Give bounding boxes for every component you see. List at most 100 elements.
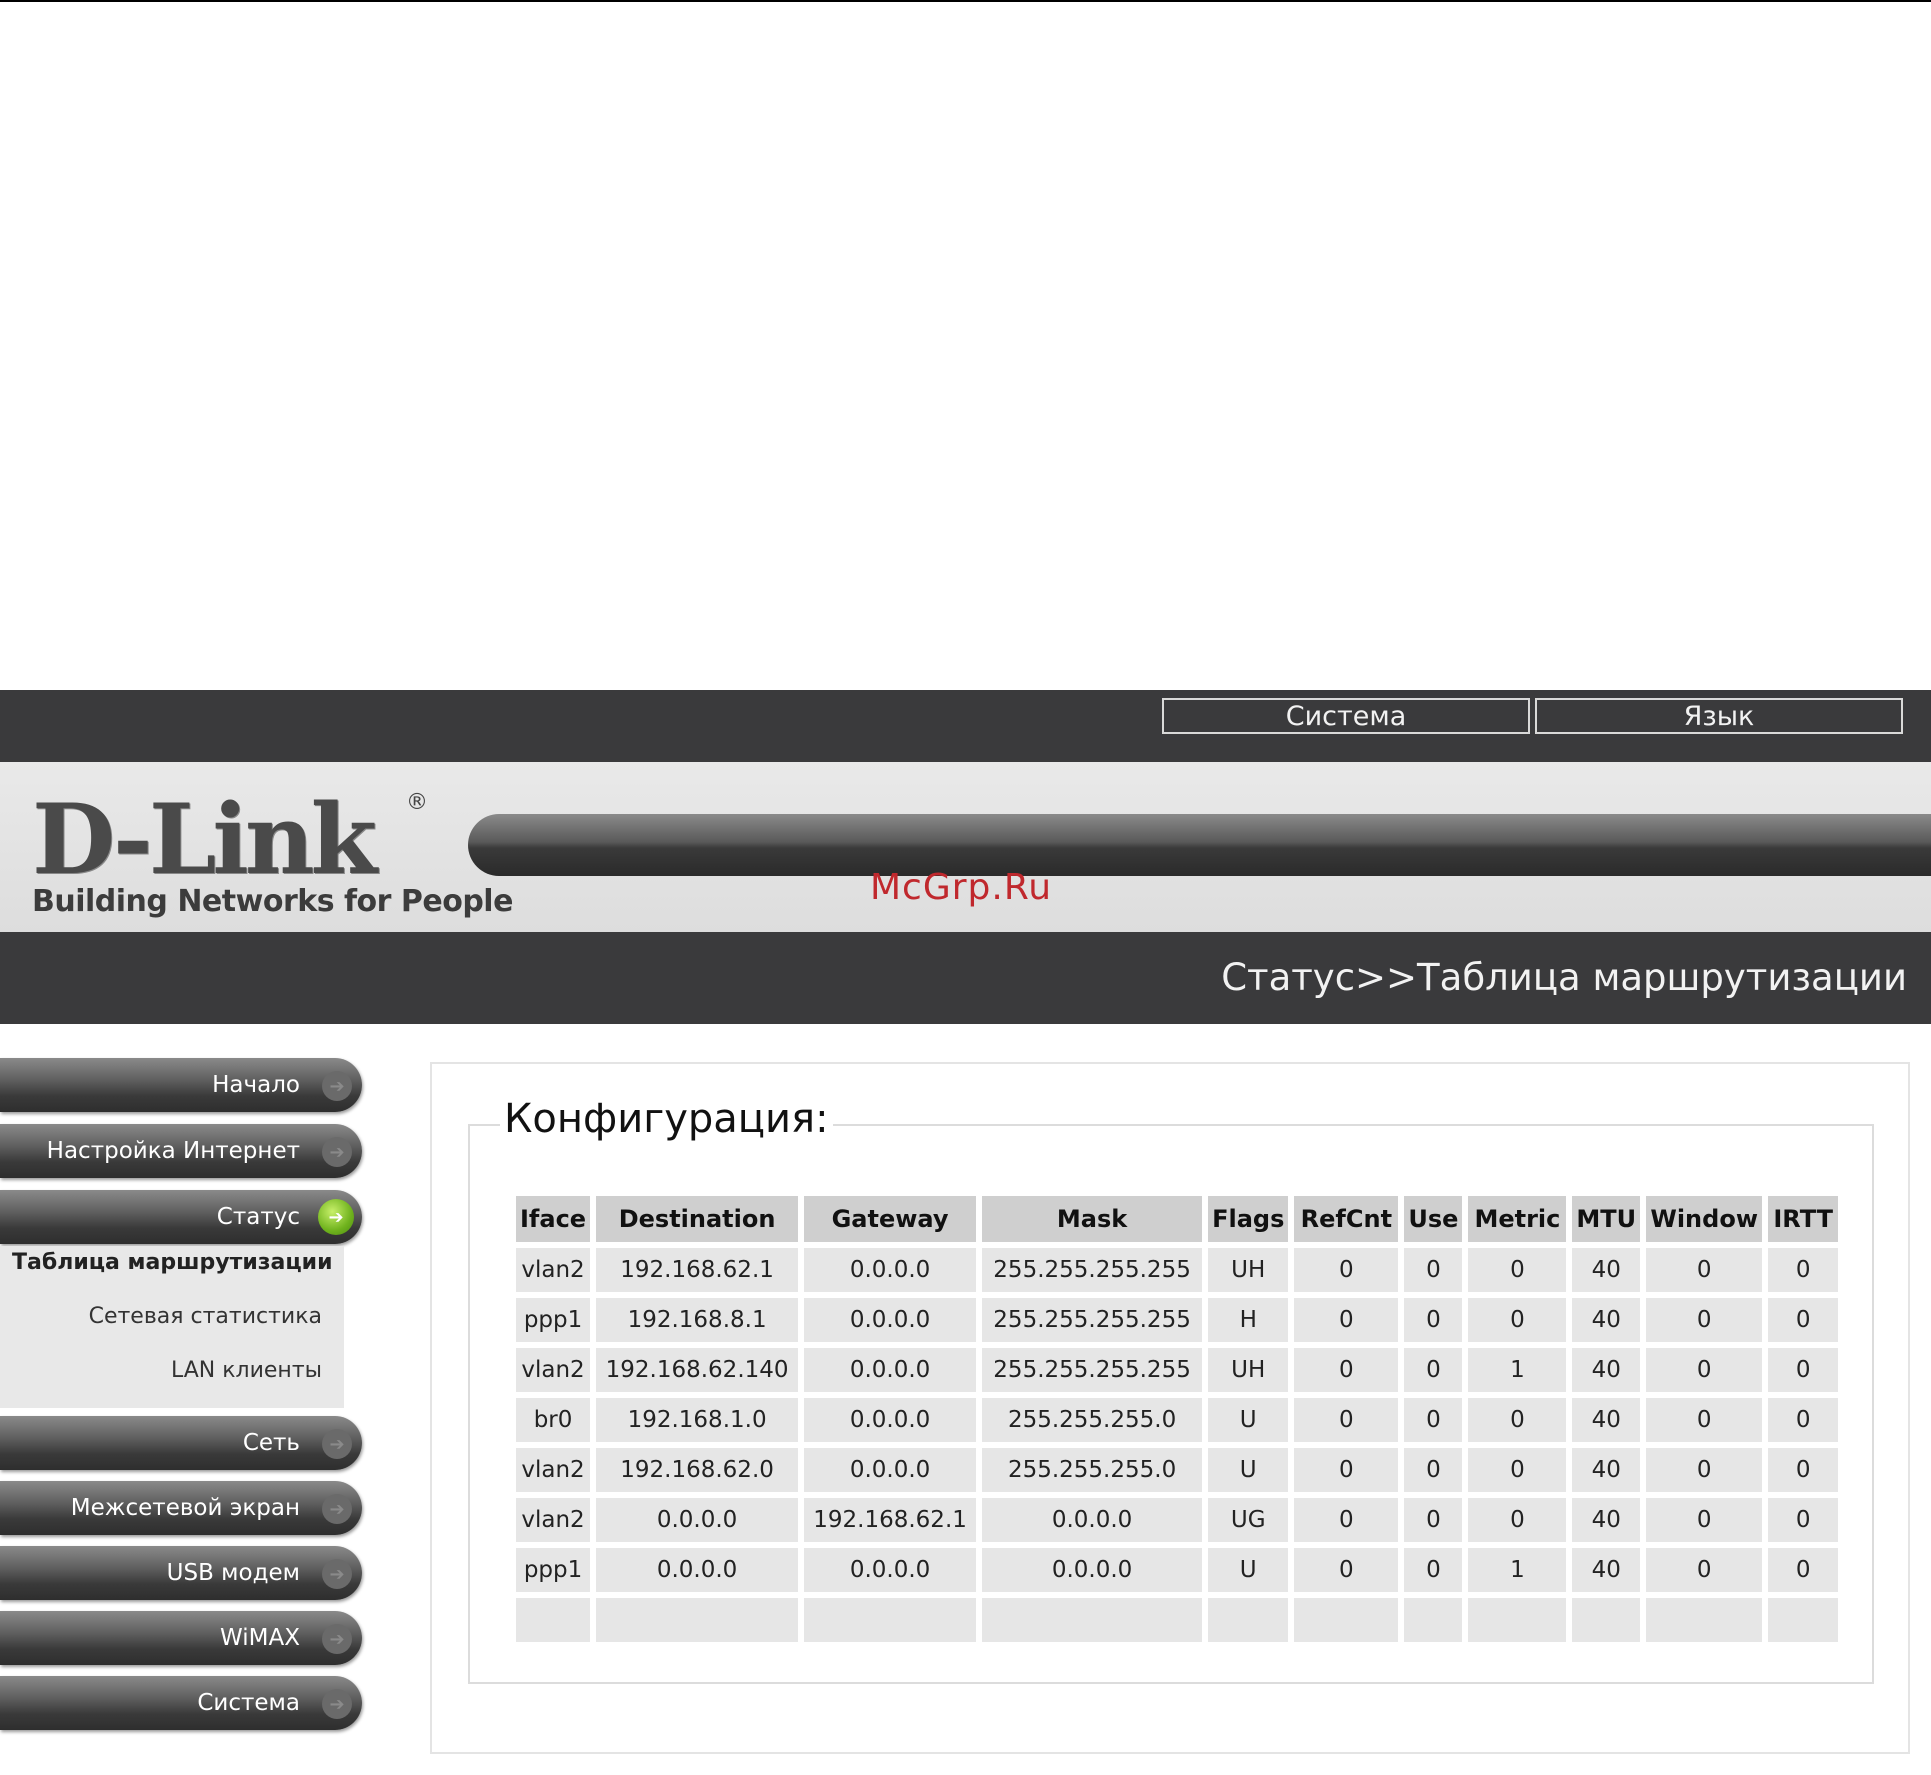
table-row: ppp1 192.168.8.1 0.0.0.0 255.255.255.255 H 0 0… (516, 1298, 1839, 1342)
table-cell: 0 (1294, 1348, 1399, 1392)
table-cell: 0 (1404, 1298, 1463, 1342)
table-cell: 0 (1768, 1548, 1839, 1592)
breadcrumb-bar: Статус>>Таблица маршрутизации (0, 932, 1931, 1024)
table-cell: 40 (1572, 1548, 1641, 1592)
table-cell: ppp1 (516, 1548, 591, 1592)
breadcrumb: Статус>>Таблица маршрутизации (1221, 956, 1907, 999)
table-cell: 0.0.0.0 (804, 1398, 977, 1442)
registered-mark: ® (406, 790, 428, 815)
table-cell: 0.0.0.0 (982, 1498, 1203, 1542)
table-cell: 0 (1768, 1348, 1839, 1392)
arrow-right-icon: ➔ (318, 1199, 354, 1235)
column-header: Use (1404, 1196, 1463, 1242)
table-cell: 192.168.1.0 (596, 1398, 799, 1442)
nav-item-status[interactable]: Статус ➔ (0, 1190, 362, 1244)
column-header: Iface (516, 1196, 591, 1242)
nav-item-label: Начало (212, 1072, 300, 1098)
table-cell: 0 (1294, 1498, 1399, 1542)
table-cell: 192.168.8.1 (596, 1298, 799, 1342)
table-cell (1468, 1598, 1567, 1642)
table-cell: vlan2 (516, 1348, 591, 1392)
column-header: Destination (596, 1196, 799, 1242)
watermark: McGrp.Ru (870, 867, 1053, 908)
configuration-group: Конфигурация: Iface Destination Gateway … (468, 1096, 1874, 1684)
table-cell (1768, 1598, 1839, 1642)
table-cell: 0 (1294, 1398, 1399, 1442)
table-cell: 0 (1294, 1298, 1399, 1342)
table-cell: 0 (1646, 1248, 1763, 1292)
table-cell: 0.0.0.0 (596, 1548, 799, 1592)
status-submenu: Таблица маршрутизации Сетевая статистика… (0, 1246, 344, 1408)
table-cell: 0 (1768, 1498, 1839, 1542)
table-row: vlan2 192.168.62.140 0.0.0.0 255.255.255.25… (516, 1348, 1839, 1392)
table-cell: U (1208, 1548, 1289, 1592)
table-cell: 0 (1768, 1298, 1839, 1342)
table-cell: H (1208, 1298, 1289, 1342)
table-cell (1572, 1598, 1641, 1642)
nav-item-usb-modem[interactable]: USB модем ➔ (0, 1546, 362, 1600)
system-menu-button[interactable]: Система (1162, 698, 1530, 734)
nav-item-wimax[interactable]: WiMAX ➔ (0, 1611, 362, 1665)
table-cell: 0 (1768, 1448, 1839, 1492)
column-header: RefCnt (1294, 1196, 1399, 1242)
table-cell (804, 1598, 977, 1642)
table-cell: 0.0.0.0 (804, 1298, 977, 1342)
table-row: vlan2 192.168.62.0 0.0.0.0 255.255.255.0 U 0 0… (516, 1448, 1839, 1492)
table-cell: UH (1208, 1348, 1289, 1392)
nav-item-network[interactable]: Сеть ➔ (0, 1416, 362, 1470)
subnav-item-network-statistics[interactable]: Сетевая статистика (89, 1304, 322, 1329)
table-cell: 0 (1468, 1448, 1567, 1492)
table-cell: 0 (1404, 1348, 1463, 1392)
table-cell: 255.255.255.255 (982, 1348, 1203, 1392)
table-cell (1404, 1598, 1463, 1642)
table-cell: 40 (1572, 1348, 1641, 1392)
table-cell: 0 (1468, 1398, 1567, 1442)
table-cell: 0 (1646, 1448, 1763, 1492)
language-menu-button[interactable]: Язык (1535, 698, 1903, 734)
arrow-right-icon: ➔ (322, 1429, 352, 1459)
table-cell: 40 (1572, 1298, 1641, 1342)
logo-brand: D-Link (32, 783, 377, 896)
header-logo-band: D-Link ® Building Networks for People Mc… (0, 762, 1931, 932)
nav-item-label: Сеть (242, 1430, 300, 1456)
table-cell: UH (1208, 1248, 1289, 1292)
table-cell: 0 (1468, 1248, 1567, 1292)
table-cell: 0 (1404, 1498, 1463, 1542)
table-cell: 0.0.0.0 (804, 1448, 977, 1492)
table-row: ppp1 0.0.0.0 0.0.0.0 0.0.0.0 U 0 0 1 40 0 0 (516, 1548, 1839, 1592)
table-cell: 192.168.62.1 (804, 1498, 977, 1542)
table-cell: 40 (1572, 1248, 1641, 1292)
table-cell: 0.0.0.0 (804, 1348, 977, 1392)
table-cell: 0 (1768, 1248, 1839, 1292)
subnav-item-lan-clients[interactable]: LAN клиенты (171, 1358, 322, 1383)
nav-item-system[interactable]: Система ➔ (0, 1676, 362, 1730)
nav-item-home[interactable]: Начало ➔ (0, 1058, 362, 1112)
table-header-row: Iface Destination Gateway Mask Flags Ref… (516, 1196, 1839, 1242)
table-cell: 0 (1768, 1398, 1839, 1442)
table-cell (1294, 1598, 1399, 1642)
nav-item-firewall[interactable]: Межсетевой экран ➔ (0, 1481, 362, 1535)
table-cell: 0 (1294, 1248, 1399, 1292)
arrow-right-icon: ➔ (322, 1137, 352, 1167)
section-title: Конфигурация: (500, 1096, 833, 1142)
table-row: vlan2 192.168.62.1 0.0.0.0 255.255.255.255 U… (516, 1248, 1839, 1292)
arrow-right-icon: ➔ (322, 1071, 352, 1101)
column-header: Metric (1468, 1196, 1567, 1242)
table-cell: U (1208, 1398, 1289, 1442)
column-header: Flags (1208, 1196, 1289, 1242)
table-cell: 0 (1404, 1448, 1463, 1492)
top-bar: Система Язык (0, 690, 1931, 762)
subnav-item-routing-table[interactable]: Таблица маршрутизации (12, 1250, 333, 1275)
nav-item-label: Межсетевой экран (70, 1495, 300, 1521)
nav-item-internet-setup[interactable]: Настройка Интернет ➔ (0, 1124, 362, 1178)
table-row: br0 192.168.1.0 0.0.0.0 255.255.255.0 U 0 0 0 40… (516, 1398, 1839, 1442)
table-cell: 0.0.0.0 (982, 1548, 1203, 1592)
table-cell: 0 (1468, 1298, 1567, 1342)
arrow-right-icon: ➔ (322, 1494, 352, 1524)
table-cell: 0 (1468, 1498, 1567, 1542)
table-cell: 40 (1572, 1398, 1641, 1442)
table-cell: ppp1 (516, 1298, 591, 1342)
logo-tagline: Building Networks for People (32, 884, 513, 919)
table-cell: 192.168.62.0 (596, 1448, 799, 1492)
column-header: Mask (982, 1196, 1203, 1242)
